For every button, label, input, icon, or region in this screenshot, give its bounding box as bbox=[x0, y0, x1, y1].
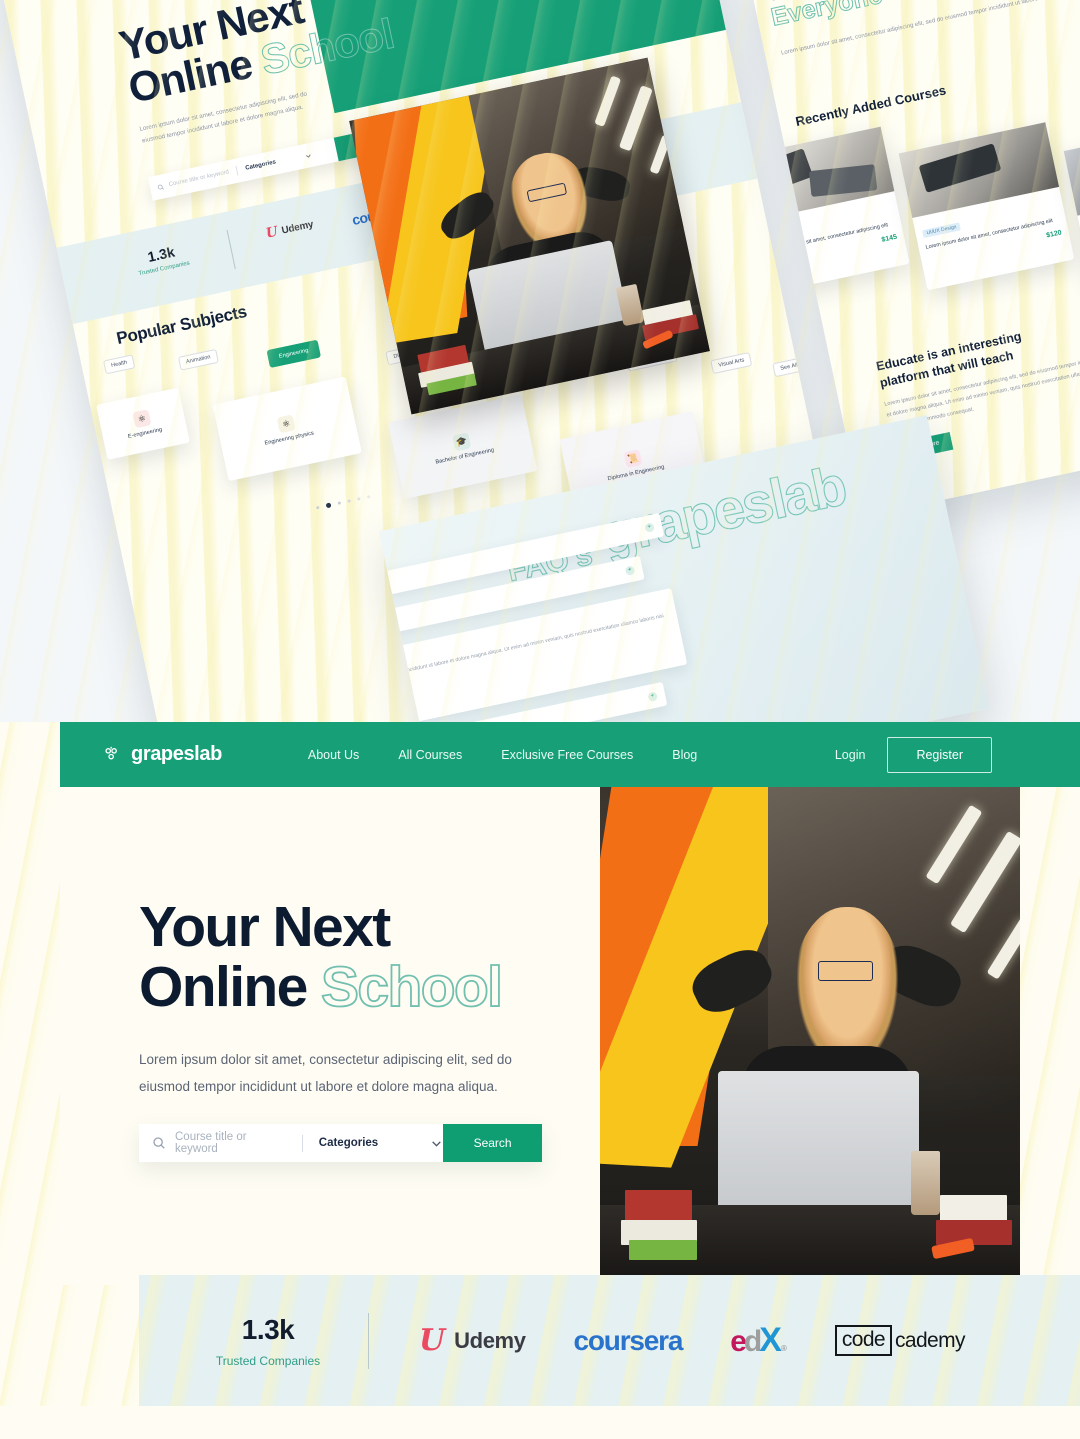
mockup-hero-photo bbox=[349, 57, 710, 415]
mockup-subject-card-label: E-engineering bbox=[127, 426, 163, 441]
chevron-down-icon[interactable] bbox=[430, 1137, 443, 1150]
udemy-u-mark: U bbox=[264, 223, 280, 242]
mockup-chevron-down-icon[interactable] bbox=[305, 151, 313, 159]
login-button[interactable]: Login bbox=[835, 748, 866, 762]
category-select[interactable]: Categories bbox=[319, 1137, 378, 1149]
search-bar: Course title or keyword Categories Searc… bbox=[139, 1124, 542, 1162]
codecademy-rest-text: cademy bbox=[894, 1328, 966, 1352]
trusted-stat: 1.3k Trusted Companies bbox=[174, 1314, 362, 1368]
nav-link-blog[interactable]: Blog bbox=[672, 748, 697, 762]
edx-logo: e d X ® bbox=[730, 1321, 787, 1360]
diploma-icon: 📜 bbox=[623, 449, 643, 469]
partner-logos: U Udemy coursera e d X ® code cademy bbox=[419, 1321, 966, 1360]
plus-icon[interactable]: + bbox=[624, 564, 636, 576]
mockup-course-tag: UI/UX Design bbox=[922, 222, 962, 239]
register-button[interactable]: Register bbox=[887, 736, 992, 773]
trusted-count: 1.3k bbox=[241, 1313, 295, 1345]
mockup-subject-card-label: Engineering physics bbox=[264, 430, 315, 447]
hero-left: Your Next Online School Lorem ipsum dolo… bbox=[60, 787, 600, 1285]
page-title: Your Next Online School bbox=[139, 895, 569, 1020]
search-button[interactable]: Search bbox=[443, 1124, 542, 1162]
trusted-companies-band: 1.3k Trusted Companies U Udemy coursera … bbox=[139, 1275, 1080, 1406]
mockup-search-icon bbox=[156, 183, 164, 191]
mockup-subject-card-label: Bachelor of Engineering bbox=[435, 447, 495, 466]
udemy-wordmark: Udemy bbox=[454, 1327, 526, 1353]
grapes-logo-icon bbox=[102, 745, 122, 765]
screenshot-canvas: About Us All Courses Exclusive Free Cour… bbox=[0, 0, 1080, 1439]
search-divider bbox=[301, 1134, 303, 1152]
logo-text: grapeslab bbox=[131, 743, 222, 765]
atom-icon: ⚛ bbox=[132, 409, 152, 429]
mockup-search-divider bbox=[235, 165, 239, 176]
hero-paragraph: Lorem ipsum dolor sit amet, consectetur … bbox=[139, 1051, 512, 1094]
nav-link-all-courses[interactable]: All Courses bbox=[398, 748, 462, 762]
atom-icon: ⚛ bbox=[276, 414, 296, 434]
graduation-cap-icon: 🎓 bbox=[452, 432, 472, 452]
trusted-divider bbox=[368, 1312, 369, 1369]
trusted-caption: Trusted Companies bbox=[215, 1353, 321, 1368]
nav-link-about-us[interactable]: About Us bbox=[308, 748, 359, 762]
hero-title-school: School bbox=[320, 955, 504, 1020]
plus-icon[interactable]: + bbox=[647, 690, 658, 702]
mockup-trusted-divider bbox=[226, 229, 236, 270]
plus-icon[interactable]: + bbox=[644, 521, 655, 533]
mockup-search-category[interactable]: Categories bbox=[245, 159, 277, 171]
edx-x: X bbox=[759, 1321, 782, 1359]
udemy-wordmark: Udemy bbox=[280, 218, 315, 236]
edx-d: d bbox=[743, 1325, 762, 1358]
coursera-logo: coursera bbox=[573, 1324, 684, 1356]
bottom-strip bbox=[0, 1406, 1080, 1439]
udemy-u-mark: U bbox=[419, 1322, 446, 1358]
search-icon bbox=[152, 1136, 166, 1150]
hero-title-line1: Your Next bbox=[139, 895, 391, 959]
search-input[interactable]: Course title or keyword bbox=[175, 1131, 288, 1155]
codecademy-boxed-text: code bbox=[834, 1325, 892, 1356]
edx-registered: ® bbox=[780, 1344, 787, 1353]
hero-title-online: Online bbox=[139, 955, 308, 1020]
udemy-logo: U Udemy bbox=[419, 1322, 526, 1358]
edx-e: e bbox=[730, 1325, 747, 1358]
hero-image bbox=[600, 787, 1020, 1285]
mockup-search-placeholder: Course title or keyword bbox=[168, 169, 230, 189]
nav-links: About Us All Courses Exclusive Free Cour… bbox=[308, 748, 697, 762]
logo[interactable]: grapeslab bbox=[102, 743, 222, 766]
nav-actions: Login Register bbox=[835, 736, 992, 773]
navbar: grapeslab About Us All Courses Exclusive… bbox=[60, 722, 1080, 787]
codecademy-logo: code cademy bbox=[834, 1325, 966, 1356]
nav-link-exclusive-free-courses[interactable]: Exclusive Free Courses bbox=[501, 748, 633, 762]
mockup-collage: About Us All Courses Exclusive Free Cour… bbox=[0, 0, 1080, 722]
mockup-logo-udemy: U Udemy bbox=[264, 218, 315, 242]
